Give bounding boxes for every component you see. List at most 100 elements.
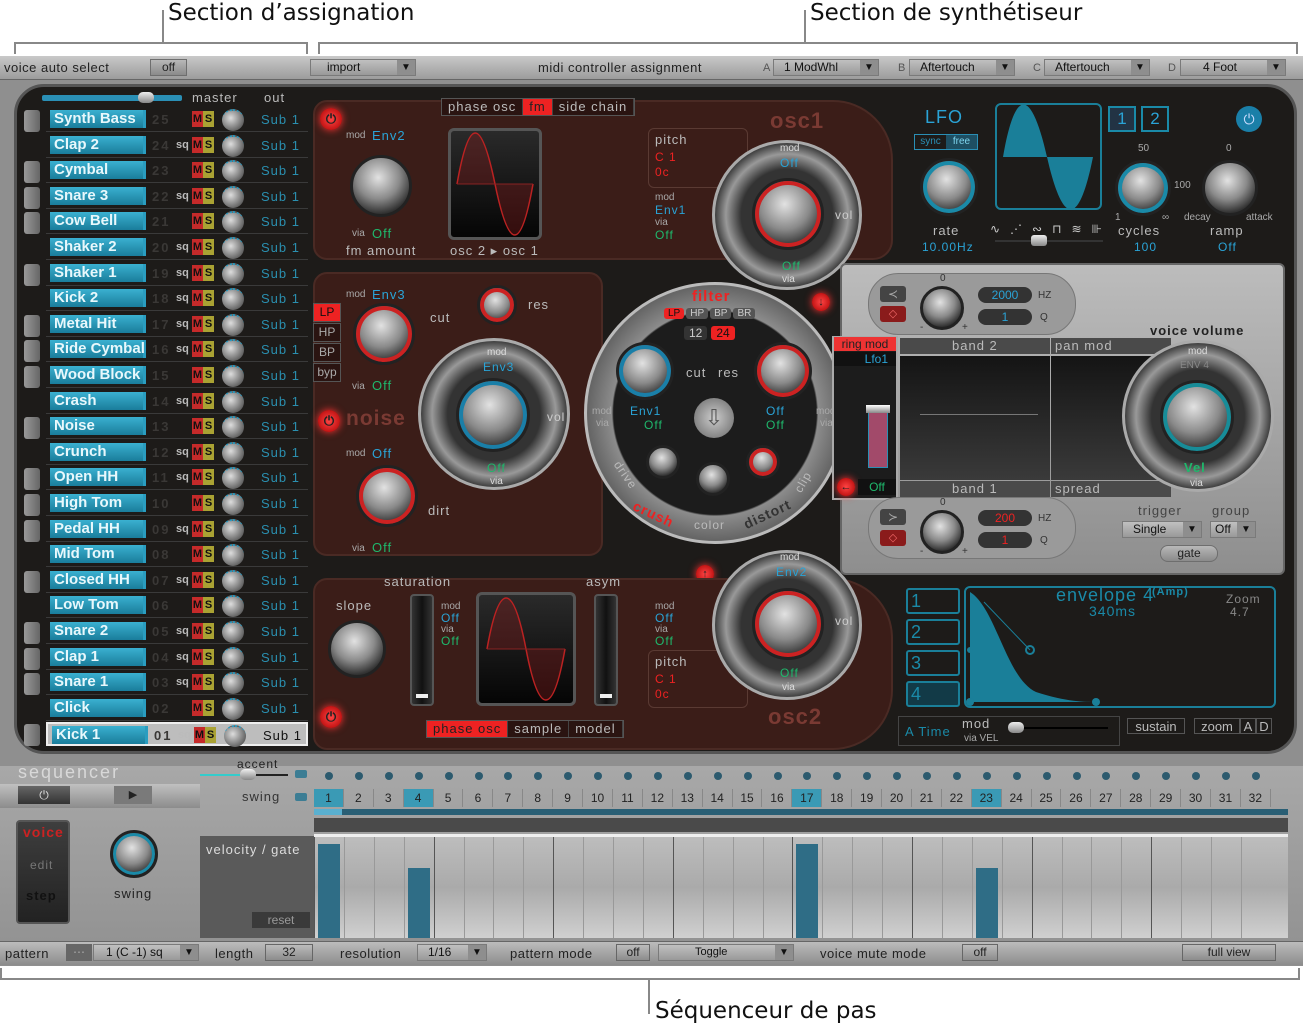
filter-type-hp[interactable]: HP (686, 308, 709, 319)
voice-name[interactable]: Kick 1 (52, 726, 148, 745)
voice-volume-mod-value[interactable]: ENV 4 (1180, 360, 1209, 371)
fm-mod-value[interactable]: Env2 (372, 128, 406, 143)
step-button[interactable]: 21 (912, 789, 942, 807)
filter-slope-12[interactable]: 12 (684, 326, 708, 340)
noise-dirt-mod-value[interactable]: Off (372, 446, 392, 461)
velocity-bar[interactable] (318, 844, 340, 938)
voice-name[interactable]: Open HH (50, 468, 146, 487)
noise-filter-mode-lp[interactable]: LP (313, 303, 341, 322)
band2-lowshelf-button[interactable]: ≺ (880, 286, 906, 302)
velocity-lane[interactable] (314, 834, 1288, 938)
noise-dirt-knob[interactable] (356, 465, 418, 527)
step-button[interactable]: 20 (882, 789, 912, 807)
osc2-saturation-slider[interactable] (410, 594, 434, 706)
voice-row[interactable]: Synth Bass 25 M S Sub 1 (46, 108, 308, 132)
osc2-asym-slider[interactable] (594, 594, 618, 706)
pan-knob[interactable] (222, 109, 244, 131)
voice-row[interactable]: Cow Bell 21 M S Sub 1 (46, 210, 308, 235)
play-button[interactable]: ▶ (114, 786, 152, 804)
accent-dot[interactable] (982, 772, 991, 780)
controller-a-dropdown[interactable]: 1 ModWhl ▼ (773, 59, 879, 76)
tab-osc2-model[interactable]: model (569, 721, 623, 737)
osc1-vol-knob[interactable] (752, 178, 824, 250)
import-dropdown[interactable]: import ▼ (310, 59, 416, 76)
noise-dirt-via-value[interactable]: Off (372, 540, 392, 555)
step-button[interactable]: 27 (1091, 789, 1122, 807)
voice-row[interactable]: Open HH 11 sq M S Sub 1 (46, 466, 308, 491)
lfo-rate-value[interactable]: 10.00Hz (922, 240, 974, 254)
pan-knob[interactable] (222, 697, 244, 720)
resolution-dropdown[interactable]: 1/16 ▼ (417, 944, 487, 961)
step-button[interactable]: 4 (403, 789, 434, 807)
step-button[interactable]: 32 (1241, 789, 1271, 807)
pan-knob[interactable] (222, 237, 244, 259)
voice-output[interactable]: Sub 1 (261, 573, 300, 588)
fm-amount-knob[interactable] (350, 155, 412, 217)
ringmod-slider-handle[interactable] (866, 405, 890, 413)
step-button[interactable]: 24 (1002, 789, 1032, 807)
filter-slope-24[interactable]: 24 (711, 326, 735, 340)
velocity-bar[interactable] (975, 868, 998, 938)
step-button[interactable]: 22 (942, 789, 972, 807)
ringmod-source[interactable]: Lfo1 (834, 352, 896, 366)
voice-name[interactable]: Noise (50, 417, 146, 436)
voice-row[interactable]: Shaker 2 20 sq M S Sub 1 (46, 236, 308, 260)
pan-knob[interactable] (222, 313, 244, 336)
tab-fm[interactable]: fm (523, 99, 553, 115)
step-button[interactable]: 10 (583, 789, 613, 807)
env-mod-slider[interactable] (1008, 722, 1108, 733)
voice-name[interactable]: Closed HH (50, 570, 146, 589)
solo-button[interactable]: S (203, 290, 214, 307)
step-button[interactable]: 17 (792, 789, 823, 807)
voice-row[interactable]: Metal Hit 17 sq M S Sub 1 (46, 313, 308, 337)
step-button[interactable]: 28 (1121, 789, 1152, 807)
lfo-wave-slider-handle[interactable] (1031, 235, 1047, 246)
mute-button[interactable]: M (192, 520, 203, 537)
band2-freq-field[interactable]: 2000 (978, 287, 1032, 303)
pan-knob[interactable] (222, 544, 244, 567)
voice-group-tab[interactable] (24, 212, 40, 235)
osc2-pitch-mod-value[interactable]: Off (655, 611, 674, 625)
voice-output[interactable]: Sub 1 (261, 675, 300, 690)
envelope-tab-4[interactable]: 4 (906, 681, 960, 707)
noise-vol-knob[interactable] (456, 378, 530, 452)
sustain-button[interactable]: sustain (1127, 718, 1185, 734)
lfo-cycles-knob[interactable] (1115, 160, 1171, 216)
accent-dot[interactable] (384, 772, 393, 780)
accent-dot[interactable] (474, 772, 483, 780)
voice-output[interactable]: Sub 1 (261, 650, 300, 665)
lfo-ramp-knob[interactable] (1202, 160, 1258, 216)
voice-row[interactable]: Snare 2 05 sq M S Sub 1 (46, 620, 308, 644)
voice-row[interactable]: Click 02 M S Sub 1 (46, 697, 308, 721)
step-button[interactable]: 9 (553, 789, 584, 807)
voice-group-tab[interactable] (24, 724, 40, 747)
pan-knob[interactable] (222, 569, 244, 592)
voice-output[interactable]: Sub 1 (261, 701, 300, 716)
fm-via-value[interactable]: Off (372, 226, 392, 241)
pan-knob[interactable] (222, 288, 244, 311)
step-button[interactable]: 6 (464, 789, 494, 807)
swing-row-toggle[interactable] (295, 793, 307, 801)
voice-name[interactable]: Snare 1 (50, 673, 146, 692)
voice-output[interactable]: Sub 1 (261, 522, 300, 537)
mute-button[interactable]: M (194, 727, 205, 744)
noise-cut-mod-value[interactable]: Env3 (372, 287, 406, 302)
step-button[interactable]: 2 (344, 789, 374, 807)
pan-knob[interactable] (222, 416, 244, 439)
voice-group-tab[interactable] (24, 314, 40, 337)
step-button[interactable]: 29 (1151, 789, 1182, 807)
voice-group-tab[interactable] (24, 673, 40, 696)
voice-group-tab[interactable] (24, 110, 40, 132)
filter-res-knob[interactable] (754, 342, 812, 400)
voice-row[interactable]: Clap 1 04 sq M S Sub 1 (46, 646, 308, 670)
voice-name[interactable]: High Tom (50, 494, 146, 512)
voice-row[interactable]: Crunch 12 sq M S Sub 1 (46, 441, 308, 465)
pan-knob[interactable] (222, 441, 244, 464)
solo-button[interactable]: S (203, 469, 214, 486)
pan-knob[interactable] (222, 134, 244, 157)
pan-knob[interactable] (222, 211, 244, 234)
step-button[interactable]: 26 (1062, 789, 1092, 807)
lfo-tab-1[interactable]: 1 (1108, 106, 1136, 132)
mute-button[interactable]: M (192, 264, 203, 281)
reset-button[interactable]: reset (252, 912, 310, 928)
